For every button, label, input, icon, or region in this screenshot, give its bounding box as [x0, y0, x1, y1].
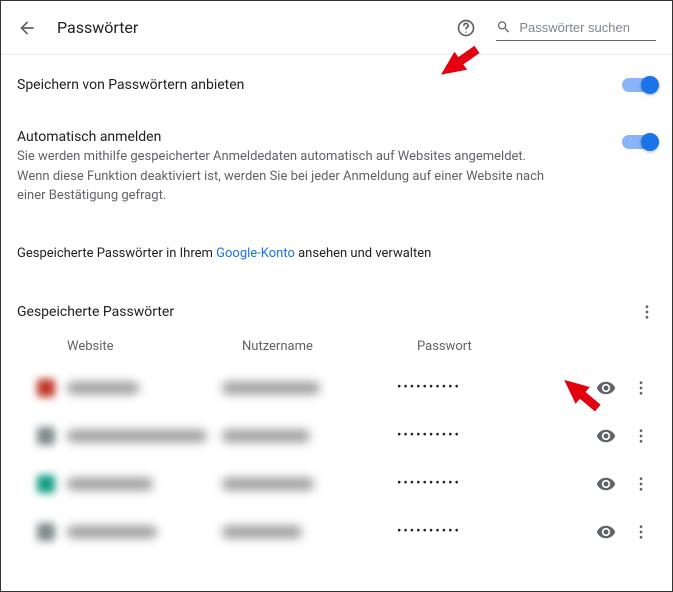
show-password-icon[interactable] [596, 378, 616, 398]
site-favicon [37, 523, 55, 541]
manage-suffix: ansehen und verwalten [295, 246, 431, 261]
username-value [222, 478, 314, 490]
password-mask: •••••••••• [397, 428, 586, 443]
username-value [222, 526, 302, 538]
search-icon [496, 18, 511, 36]
google-account-link[interactable]: Google-Konto [216, 246, 295, 261]
auto-signin-toggle[interactable] [622, 135, 656, 149]
auto-signin-title: Automatisch anmelden [17, 129, 557, 145]
saved-passwords-header: Gespeicherte Passwörter [17, 283, 656, 329]
website-value [67, 382, 139, 394]
offer-save-toggle[interactable] [622, 78, 656, 92]
show-password-icon[interactable] [596, 474, 616, 494]
password-mask: •••••••••• [397, 476, 586, 491]
table-row[interactable]: •••••••••• [17, 412, 656, 460]
password-mask: •••••••••• [397, 380, 586, 395]
help-icon[interactable] [456, 18, 476, 38]
website-value [67, 526, 157, 538]
page-title: Passwörter [57, 18, 138, 37]
show-password-icon[interactable] [596, 522, 616, 542]
manage-passwords-row: Gespeicherte Passwörter in Ihrem Google-… [17, 224, 656, 283]
site-favicon [37, 475, 55, 493]
setting-offer-save: Speichern von Passwörtern anbieten [17, 59, 656, 111]
auto-signin-description: Sie werden mithilfe gespeicherter Anmeld… [17, 147, 557, 206]
show-password-icon[interactable] [596, 426, 616, 446]
website-value [67, 478, 153, 490]
website-value [67, 430, 207, 442]
column-username: Nutzername [242, 339, 417, 354]
search-input[interactable] [519, 20, 656, 35]
table-row[interactable]: •••••••••• [17, 460, 656, 508]
row-more-icon[interactable] [632, 379, 650, 397]
username-value [222, 430, 310, 442]
table-row[interactable]: •••••••••• [17, 508, 656, 556]
column-website: Website [67, 339, 242, 354]
passwords-table: Website Nutzername Passwort •••••••••• •… [17, 329, 656, 556]
search-box[interactable] [496, 14, 656, 41]
column-password: Passwort [417, 339, 656, 354]
manage-prefix: Gespeicherte Passwörter in Ihrem [17, 246, 216, 261]
row-more-icon[interactable] [632, 523, 650, 541]
offer-save-label: Speichern von Passwörtern anbieten [17, 77, 244, 93]
header: Passwörter [1, 1, 672, 55]
saved-passwords-title: Gespeicherte Passwörter [17, 304, 174, 320]
table-row[interactable]: •••••••••• [17, 364, 656, 412]
section-more-icon[interactable] [638, 303, 656, 321]
username-value [222, 382, 320, 394]
site-favicon [37, 427, 55, 445]
setting-auto-signin: Automatisch anmelden Sie werden mithilfe… [17, 111, 656, 224]
back-icon[interactable] [17, 18, 37, 38]
row-more-icon[interactable] [632, 475, 650, 493]
site-favicon [37, 379, 55, 397]
password-mask: •••••••••• [397, 524, 586, 539]
row-more-icon[interactable] [632, 427, 650, 445]
